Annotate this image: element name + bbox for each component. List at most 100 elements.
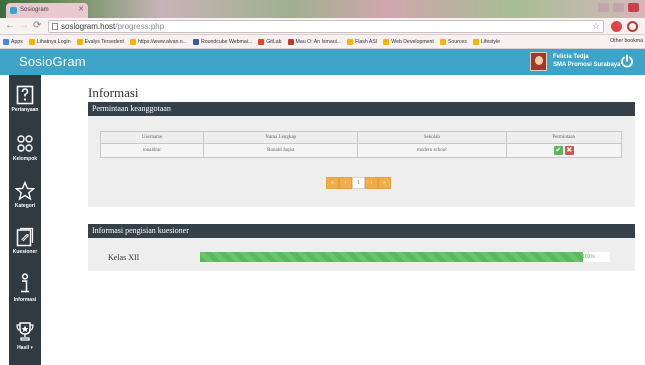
bookmark-folder-icon bbox=[258, 38, 265, 45]
class-label: Kelas XII bbox=[108, 253, 140, 262]
bookmark-label: https://www.alvan.n... bbox=[137, 38, 187, 45]
column-header: Nama Lengkap bbox=[203, 131, 359, 144]
bookmark-label: Web Development bbox=[391, 38, 434, 45]
extension-icon[interactable] bbox=[611, 21, 622, 32]
bookmark-item[interactable]: Flash ASI bbox=[344, 38, 380, 45]
sidebar-item-label: Pertanyaan bbox=[11, 107, 39, 113]
bookmark-label: GitLab bbox=[266, 38, 282, 45]
bookmark-folder-icon bbox=[472, 38, 479, 45]
minimize-button[interactable] bbox=[598, 3, 609, 12]
bookmark-item[interactable]: Mau O: An Ismaui... bbox=[285, 38, 345, 45]
sidebar-item-kelompok[interactable]: Kelompok bbox=[9, 128, 41, 174]
bookmark-folder-icon bbox=[3, 38, 9, 45]
bookmark-folder-icon bbox=[76, 38, 83, 45]
reject-request-button[interactable]: ✖ bbox=[564, 146, 574, 155]
power-icon[interactable] bbox=[620, 54, 634, 68]
request-actions-cell: ✔ ✖ bbox=[505, 143, 623, 158]
bookmark-folder-icon bbox=[383, 38, 390, 45]
close-tab-icon[interactable]: ✕ bbox=[78, 5, 84, 13]
full-name-cell: Ronald Jaqist bbox=[203, 143, 359, 158]
bookmark-folder-icon bbox=[193, 38, 199, 45]
bookmark-label: Flash ASI bbox=[355, 38, 378, 45]
progress-fill bbox=[200, 252, 584, 262]
column-header: Permintaan bbox=[505, 131, 623, 144]
membership-panel bbox=[88, 116, 635, 207]
reload-icon[interactable]: ⟳ bbox=[33, 20, 41, 32]
bookmark-item[interactable]: Lifestyle bbox=[470, 38, 503, 45]
bookmark-star-icon[interactable]: ☆ bbox=[592, 21, 600, 32]
bookmark-label: Sources bbox=[447, 38, 467, 45]
bookmark-label: Apps bbox=[11, 38, 23, 45]
questionnaire-panel-header: Informasi pengisian kuesioner bbox=[88, 224, 635, 238]
column-header: Username bbox=[99, 131, 205, 144]
user-name: Felicia Tedja bbox=[553, 54, 589, 60]
pagination: « ‹ 1 › » bbox=[326, 177, 391, 189]
bookmark-label: Evalys Tersedent bbox=[84, 38, 124, 45]
favicon-icon bbox=[10, 7, 17, 14]
sidebar-item-label: Hasil ▾ bbox=[17, 345, 33, 351]
question-icon bbox=[16, 85, 34, 105]
sidebar-item-label: Kategori bbox=[14, 203, 36, 209]
other-bookmarks[interactable]: Other bookma bbox=[606, 38, 643, 44]
bookmark-item[interactable]: Roundcube Webmai... bbox=[190, 38, 255, 45]
bookmark-item[interactable]: Lihatnya Login bbox=[26, 38, 74, 45]
brand-logo[interactable]: SosioGram bbox=[19, 54, 86, 69]
bookmark-item[interactable]: Evalys Tersedent bbox=[74, 38, 127, 45]
pagination-next[interactable]: › bbox=[365, 177, 378, 189]
trophy-icon bbox=[16, 322, 34, 341]
browser-tab[interactable]: Sosiogram ✕ bbox=[6, 3, 88, 18]
pagination-page[interactable]: 1 bbox=[352, 177, 365, 189]
sidebar-item-informasi[interactable]: Informasi bbox=[9, 267, 41, 313]
bookmark-item[interactable]: Web Development bbox=[380, 38, 437, 45]
url-path: /progress.php bbox=[115, 22, 165, 31]
browser-navbar: ← → ⟳ sosiogram.host/progress.php ☆ bbox=[0, 18, 645, 35]
avatar-face bbox=[535, 56, 543, 65]
bookmark-label: Lifestyle bbox=[480, 38, 500, 45]
browser-chrome: Sosiogram ✕ ← → ⟳ sosiogram.host/progres… bbox=[0, 0, 645, 49]
sidebar-item-label: Informasi bbox=[13, 297, 37, 303]
extension-icon[interactable] bbox=[627, 21, 638, 32]
pagination-prev[interactable]: ‹ bbox=[339, 177, 352, 189]
column-header: Sekolah bbox=[357, 131, 507, 144]
sidebar-item-pertanyaan[interactable]: Pertanyaan bbox=[9, 79, 41, 125]
avatar[interactable] bbox=[530, 52, 547, 71]
forward-icon[interactable]: → bbox=[19, 20, 29, 32]
pagination-last[interactable]: » bbox=[378, 177, 391, 189]
window-controls bbox=[598, 3, 639, 12]
accept-request-button[interactable]: ✔ bbox=[553, 146, 563, 155]
username-cell: tonaldrac bbox=[99, 143, 205, 158]
address-bar[interactable]: sosiogram.host/progress.php ☆ bbox=[48, 20, 604, 33]
tab-strip: Sosiogram ✕ bbox=[0, 0, 645, 18]
page-icon bbox=[52, 23, 58, 30]
info-icon bbox=[21, 273, 29, 293]
app-header: SosioGram bbox=[0, 49, 645, 75]
close-window-button[interactable] bbox=[628, 3, 639, 12]
sidebar-item-kategori[interactable]: Kategori bbox=[9, 175, 41, 221]
bookmark-item[interactable]: Sources bbox=[437, 38, 470, 45]
pagination-first[interactable]: « bbox=[326, 177, 339, 189]
progress-bar bbox=[200, 252, 610, 262]
url-host: sosiogram.host bbox=[61, 22, 116, 31]
bookmark-item[interactable]: Apps bbox=[0, 38, 26, 45]
table-header-row: Username Nama Lengkap Sekolah Permintaan bbox=[99, 131, 623, 144]
school-cell: modern school bbox=[357, 143, 507, 158]
sidebar: Pertanyaan Kelompok Kategori Kuesioner I… bbox=[9, 75, 41, 365]
sidebar-item-label: Kuesioner bbox=[12, 249, 38, 255]
back-icon[interactable]: ← bbox=[5, 20, 15, 32]
bookmark-folder-icon bbox=[439, 38, 446, 45]
bookmark-folder-icon bbox=[287, 38, 294, 45]
membership-table: Username Nama Lengkap Sekolah Permintaan… bbox=[99, 131, 623, 158]
user-school: SMA Promosi Surabaya bbox=[553, 62, 621, 68]
bookmark-folder-icon bbox=[347, 38, 354, 45]
bookmark-folder-icon bbox=[129, 38, 136, 45]
bookmark-folder-icon bbox=[28, 38, 35, 45]
group-icon bbox=[17, 135, 33, 152]
bookmark-item[interactable]: https://www.alvan.n... bbox=[127, 38, 190, 45]
bookmark-item[interactable]: GitLab bbox=[255, 38, 284, 45]
sidebar-item-kuesioner[interactable]: Kuesioner bbox=[9, 221, 41, 267]
maximize-button[interactable] bbox=[613, 3, 624, 12]
star-icon bbox=[15, 181, 35, 201]
bookmark-label: Lihatnya Login bbox=[36, 38, 71, 45]
sidebar-item-hasil[interactable]: Hasil ▾ bbox=[9, 315, 41, 361]
bookmark-label: Roundcube Webmai... bbox=[201, 38, 253, 45]
